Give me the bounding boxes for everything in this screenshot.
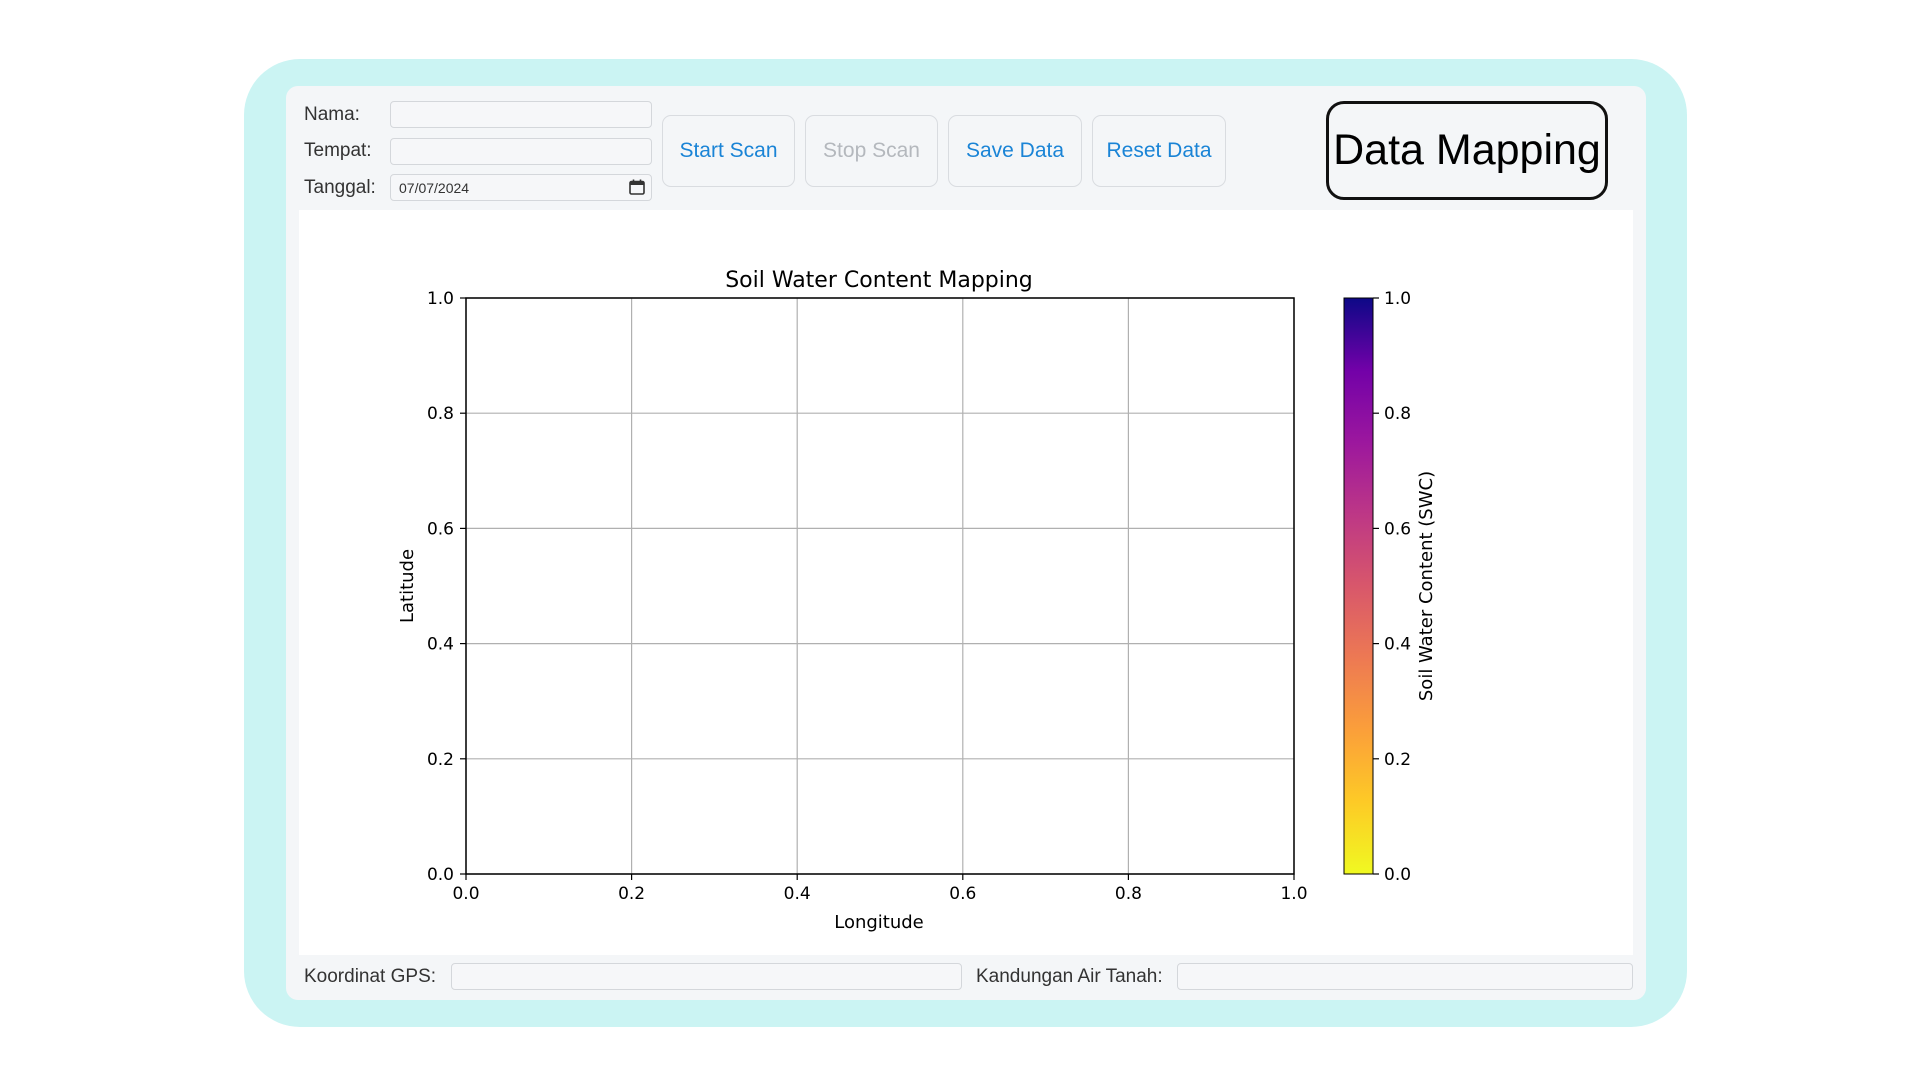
colorbar xyxy=(1343,297,1374,875)
x-axis: 0.0 0.2 0.4 0.6 0.8 1.0 xyxy=(452,874,1308,904)
x-axis-label: Longitude xyxy=(834,912,924,933)
x-tick-label: 0.4 xyxy=(784,884,811,904)
swc-field[interactable] xyxy=(1177,963,1633,990)
colorbar-tick-label: 0.8 xyxy=(1384,404,1411,424)
colorbar-tick-label: 1.0 xyxy=(1384,289,1411,309)
y-tick-label: 0.4 xyxy=(427,635,454,655)
colorbar-tick-label: 0.6 xyxy=(1384,519,1411,539)
gps-label: Koordinat GPS: xyxy=(304,966,437,987)
plot-area xyxy=(465,297,1295,875)
x-tick-label: 0.0 xyxy=(452,884,479,904)
y-tick-label: 0.2 xyxy=(427,750,454,770)
y-axis-label: Latitude xyxy=(397,549,418,623)
x-tick-label: 0.2 xyxy=(618,884,645,904)
y-tick-label: 0.0 xyxy=(427,865,454,885)
y-tick-label: 0.8 xyxy=(427,404,454,424)
y-axis: 0.0 0.2 0.4 0.6 0.8 1.0 xyxy=(427,289,466,885)
x-tick-label: 1.0 xyxy=(1280,884,1307,904)
gps-field[interactable] xyxy=(451,963,962,990)
swc-label: Kandungan Air Tanah: xyxy=(976,966,1163,987)
colorbar-tick-label: 0.2 xyxy=(1384,750,1411,770)
colorbar-label: Soil Water Content (SWC) xyxy=(1416,471,1437,701)
chart-title: Soil Water Content Mapping xyxy=(725,268,1033,293)
y-tick-label: 1.0 xyxy=(427,289,454,309)
x-tick-label: 0.6 xyxy=(949,884,976,904)
colorbar-tick-label: 0.0 xyxy=(1384,865,1411,885)
chart-grid xyxy=(465,297,1295,875)
colorbar-axis: 0.0 0.2 0.4 0.6 0.8 1.0 xyxy=(1373,289,1411,885)
swc-chart: Soil Water Content Mapping 0.0 0.2 0.4 0.6 0… xyxy=(397,268,1437,933)
colorbar-tick-label: 0.4 xyxy=(1384,635,1411,655)
x-tick-label: 0.8 xyxy=(1115,884,1142,904)
y-tick-label: 0.6 xyxy=(427,519,454,539)
